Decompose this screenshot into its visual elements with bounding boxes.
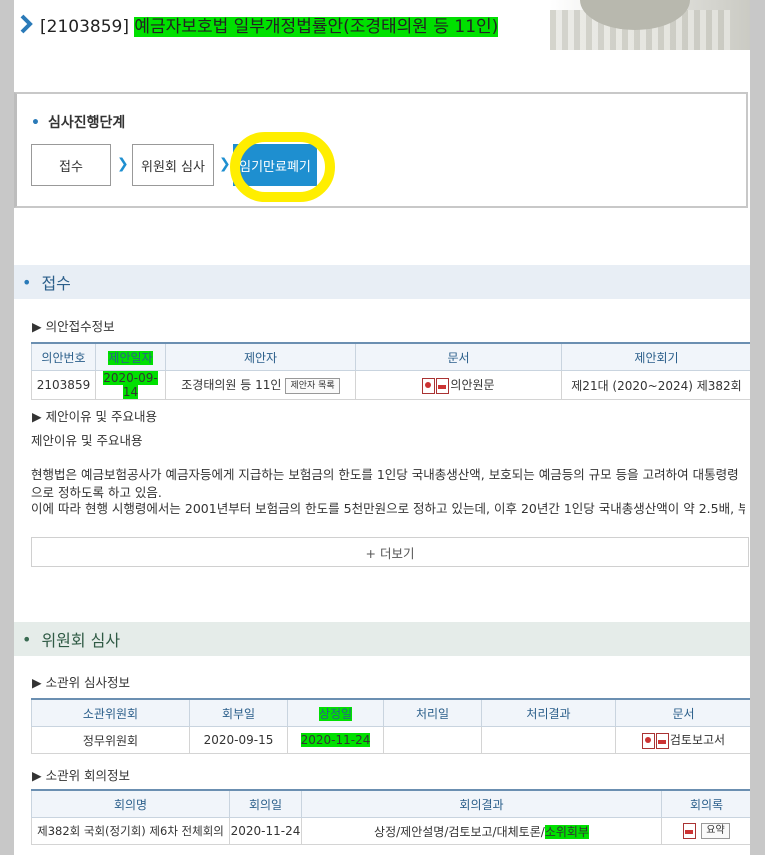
processed-date-cell xyxy=(383,726,482,754)
col-processed-date: 처리일 xyxy=(383,698,482,727)
reason-heading: 제안이유 및 주요내용 xyxy=(31,433,143,448)
stage-step-committee[interactable]: 위원회 심사 xyxy=(132,144,214,186)
col-session: 제안회기 xyxy=(561,342,750,371)
committee-cell: 정무위원회 xyxy=(31,726,190,754)
table-row: 정무위원회 2020-09-15 2020-11-24 검토보고서 xyxy=(31,726,750,754)
proposal-date-cell: 2020-09-14 xyxy=(95,370,166,400)
assembly-building-banner xyxy=(550,0,750,50)
table-header-row: 소관위원회 회부일 상정일 처리일 처리결과 문서 xyxy=(31,698,750,727)
col-referral-date: 회부일 xyxy=(189,698,288,727)
col-bill-no: 의안번호 xyxy=(31,342,96,371)
col-proposal-date: 제안일자 xyxy=(95,342,166,371)
committee-table: 소관위원회 회부일 상정일 처리일 처리결과 문서 정무위원회 2020-09-… xyxy=(31,698,750,754)
title-arrow-icon xyxy=(20,14,33,34)
bill-name: 예금자보호법 일부개정법률안(조경태의원 등 11인) xyxy=(134,17,499,37)
col-document: 문서 xyxy=(355,342,562,371)
result-cell xyxy=(481,726,616,754)
hwp-file-icon[interactable] xyxy=(641,732,655,749)
reason-paragraph-2: 이에 따라 현행 시행령에서는 2001년부터 보험금의 한도를 5천만원으로 … xyxy=(31,501,745,516)
bill-detail-page: [2103859] 예금자보호법 일부개정법률안(조경태의원 등 11인) • 심… xyxy=(14,0,750,855)
minutes-cell: 요약 xyxy=(661,817,750,845)
review-report-link[interactable]: 검토보고서 xyxy=(670,733,725,747)
col-meeting-result: 회의결과 xyxy=(301,789,662,818)
summary-button[interactable]: 요약 xyxy=(701,823,730,839)
stage-title: • 심사진행단계 xyxy=(31,115,126,131)
receipt-info-label: ▶ 의안접수정보 xyxy=(32,319,115,334)
col-document: 문서 xyxy=(615,698,750,727)
page-header: [2103859] 예금자보호법 일부개정법률안(조경태의원 등 11인) xyxy=(14,0,750,50)
meeting-date-cell: 2020-11-24 xyxy=(229,817,302,845)
col-committee: 소관위원회 xyxy=(31,698,190,727)
reason-paragraph-1: 현행법은 예금보험공사가 예금자등에게 지급하는 보험금의 한도를 1인당 국내… xyxy=(31,467,739,500)
col-presented-date: 상정일 xyxy=(287,698,384,727)
col-result: 처리결과 xyxy=(481,698,616,727)
meeting-info-label: ▶ 소관위 회의정보 xyxy=(32,768,131,783)
document-cell: 의안원문 xyxy=(355,370,562,400)
table-row: 2103859 2020-09-14 조경태의원 등 11인 제안자 목록 의안원… xyxy=(31,370,750,400)
page-title: [2103859] 예금자보호법 일부개정법률안(조경태의원 등 11인) xyxy=(40,12,499,37)
proposer-list-button[interactable]: 제안자 목록 xyxy=(285,377,340,394)
bill-text-link[interactable]: 의안원문 xyxy=(450,378,494,392)
committee-info-label: ▶ 소관위 심사정보 xyxy=(32,675,131,690)
hwp-file-icon[interactable] xyxy=(422,377,436,394)
stage-progress-box: • 심사진행단계 접수 ❯ 위원회 심사 ❯ 임기만료폐기 xyxy=(14,92,748,208)
meeting-name-cell: 제382회 국회(정기회) 제6차 전체회의 xyxy=(31,817,230,845)
meeting-result-cell: 상정/제안설명/검토보고/대체토론/소위회부 xyxy=(301,817,662,845)
review-report-cell: 검토보고서 xyxy=(615,726,750,754)
section-committee-header: • 위원회 심사 xyxy=(14,622,750,656)
col-meeting-date: 회의일 xyxy=(229,789,302,818)
referral-date-cell: 2020-09-15 xyxy=(189,726,288,754)
show-more-button[interactable]: + 더보기 xyxy=(31,537,749,567)
pdf-file-icon[interactable] xyxy=(436,377,450,394)
pdf-file-icon[interactable] xyxy=(655,732,669,749)
col-meeting-name: 회의명 xyxy=(31,789,230,818)
receipt-table: 의안번호 제안일자 제안자 문서 제안회기 2103859 2020-09-14… xyxy=(31,342,750,400)
chevron-right-icon: ❯ xyxy=(219,156,231,172)
session-cell: 제21대 (2020~2024) 제382회 xyxy=(561,370,750,400)
proposer-cell: 조경태의원 등 11인 제안자 목록 xyxy=(165,370,356,400)
table-header-row: 의안번호 제안일자 제안자 문서 제안회기 xyxy=(31,342,750,371)
presented-date-cell: 2020-11-24 xyxy=(287,726,384,754)
yellow-circle-annotation xyxy=(230,132,335,202)
table-header-row: 회의명 회의일 회의결과 회의록 xyxy=(31,789,750,818)
bill-id: [2103859] xyxy=(40,17,129,37)
table-row: 제382회 국회(정기회) 제6차 전체회의 2020-11-24 상정/제안설… xyxy=(31,817,750,845)
col-minutes: 회의록 xyxy=(661,789,750,818)
stage-step-received[interactable]: 접수 xyxy=(31,144,111,186)
reason-label: ▶ 제안이유 및 주요내용 xyxy=(32,409,158,424)
chevron-right-icon: ❯ xyxy=(117,156,129,172)
col-proposer: 제안자 xyxy=(165,342,356,371)
bill-no-cell: 2103859 xyxy=(31,370,96,400)
section-receipt-header: • 접수 xyxy=(14,265,750,299)
pdf-file-icon[interactable] xyxy=(683,823,697,839)
meeting-table: 회의명 회의일 회의결과 회의록 제382회 국회(정기회) 제6차 전체회의 … xyxy=(31,789,750,845)
